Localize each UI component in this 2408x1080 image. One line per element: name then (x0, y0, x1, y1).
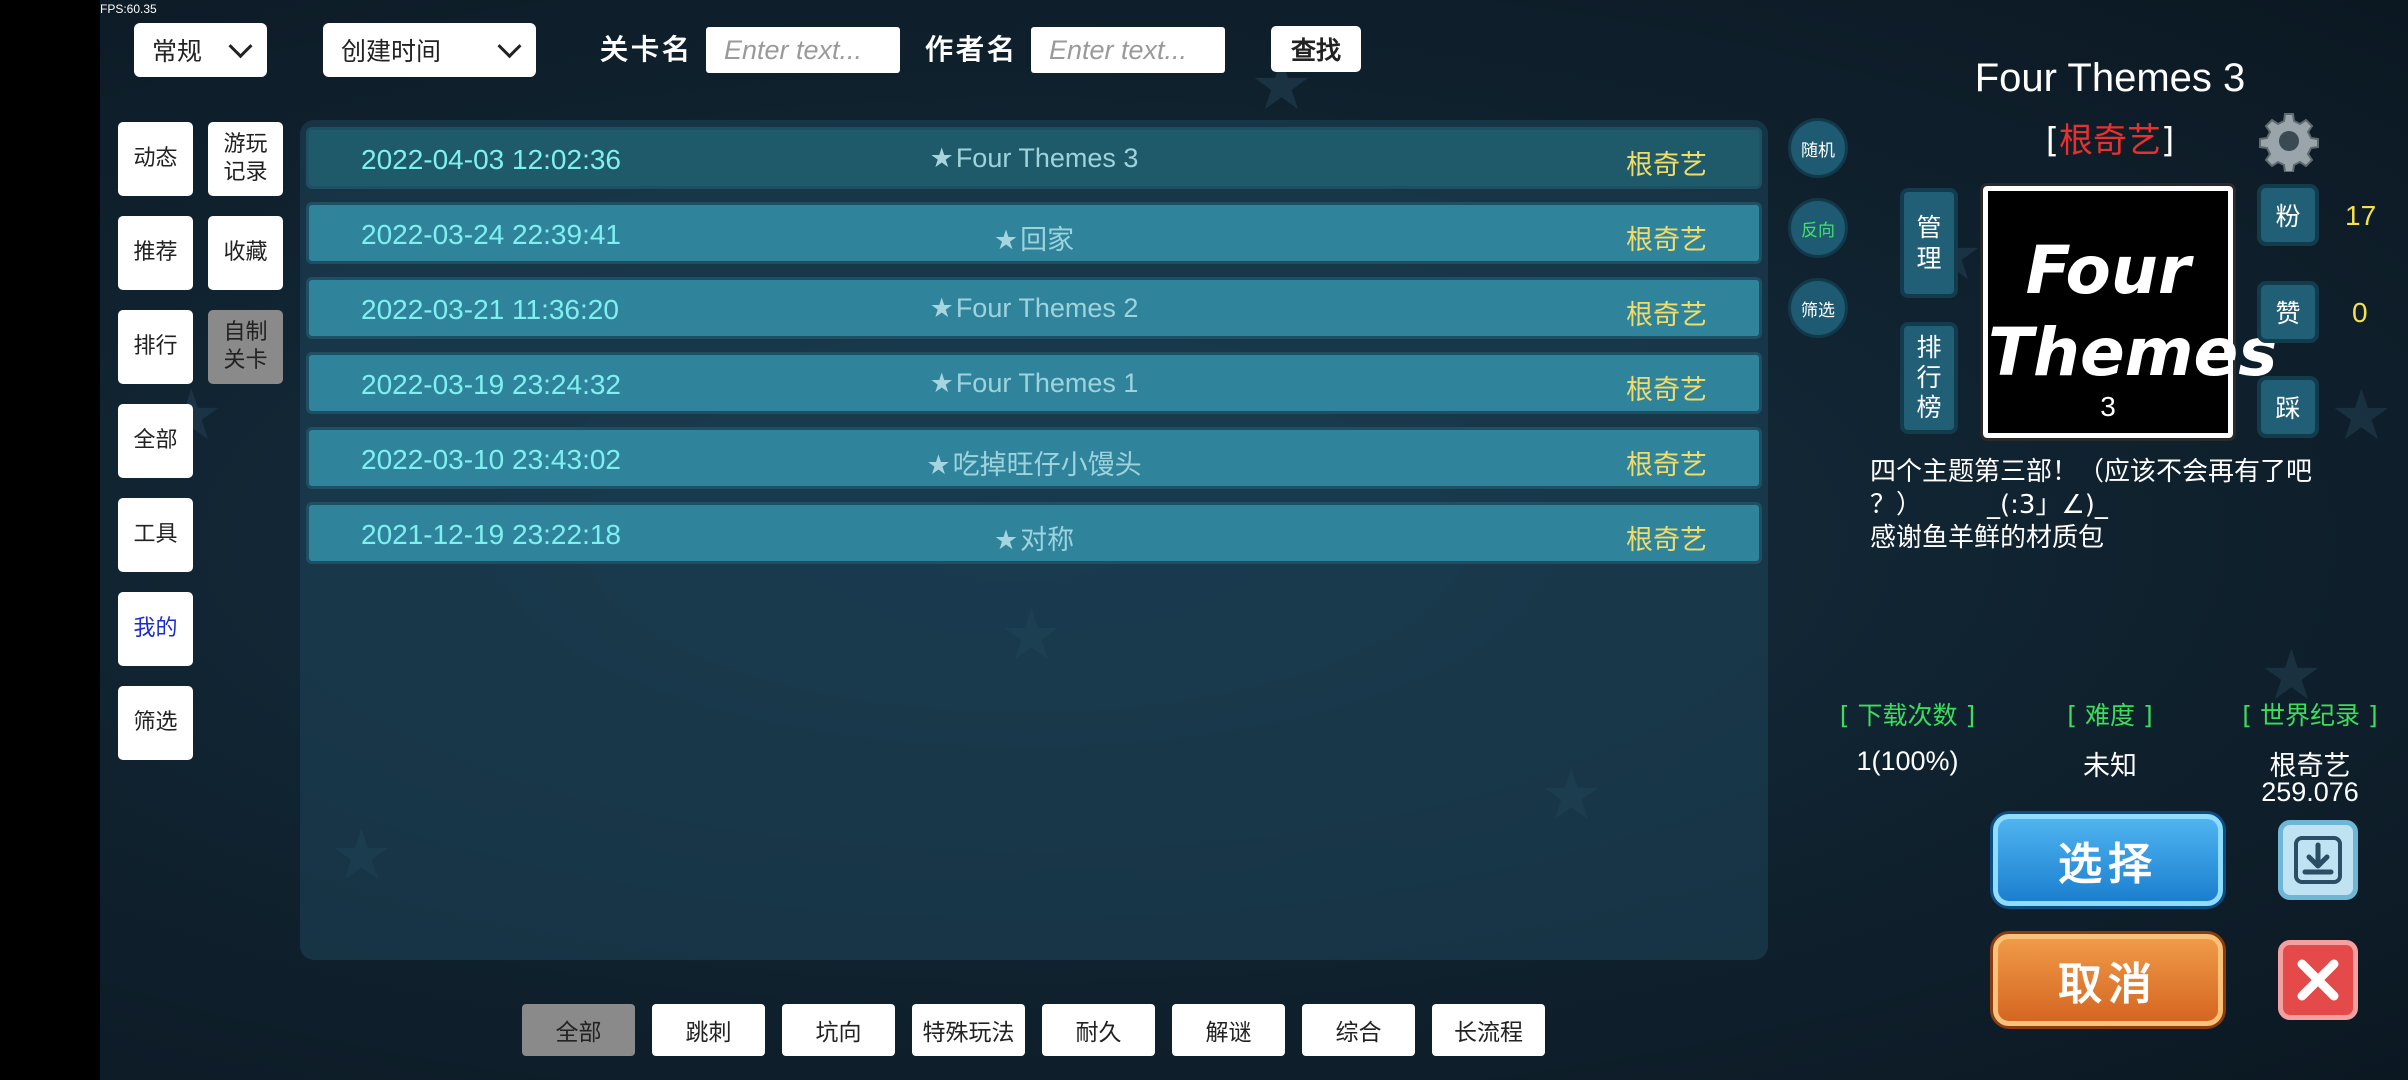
level-name-text: Four Themes 2 (955, 293, 1139, 323)
thumbnail-title-line-1: Four (2025, 232, 2191, 309)
level-name-text: 对称 (1020, 525, 1075, 555)
tag-button[interactable]: 长流程 (1432, 1004, 1545, 1056)
leaderboard-button[interactable]: 排 行 榜 (1900, 322, 1958, 434)
chevron-down-icon (497, 33, 522, 58)
tag-button[interactable]: 综合 (1302, 1004, 1415, 1056)
level-thumbnail: Four Themes 3 (1980, 183, 2278, 441)
star-icon: ★ (926, 450, 951, 480)
level-name-label: 关卡名 (600, 33, 694, 66)
star-icon: ★ (993, 525, 1019, 555)
cancel-button[interactable]: 取消 (1993, 934, 2223, 1026)
random-button[interactable]: 随机 (1788, 118, 1848, 178)
tag-button[interactable]: 坑向 (782, 1004, 895, 1056)
sort-value: 创建时间 (341, 37, 442, 66)
nav-all-button[interactable]: 全部 (118, 404, 193, 478)
level-row-author: 根奇艺 (1626, 450, 1707, 481)
star-icon: ★ (929, 368, 954, 398)
background-star-icon: ★ (2330, 374, 2393, 456)
fans-count: 17 (2345, 200, 2377, 231)
star-icon: ★ (993, 225, 1019, 255)
fps-counter: FPS:60.35 (100, 2, 157, 16)
level-row[interactable]: 2022-04-03 12:02:36 ★Four Themes 3 根奇艺 (306, 127, 1762, 189)
like-button[interactable]: 赞 (2257, 281, 2319, 343)
author-name-input[interactable] (1031, 27, 1225, 73)
level-row[interactable]: 2021-12-19 23:22:18 ★对称 根奇艺 (306, 502, 1762, 564)
nav-custom-levels-button[interactable]: 自制 关卡 (208, 310, 283, 384)
thumbnail-number: 3 (2100, 391, 2116, 422)
difficulty-value: 未知 (2083, 751, 2137, 781)
nav-tools-button[interactable]: 工具 (118, 498, 193, 572)
mode-dropdown[interactable]: 常规 (134, 23, 267, 77)
difficulty-header: [ 难度 ] (2067, 701, 2153, 730)
level-row[interactable]: 2022-03-19 23:24:32 ★Four Themes 1 根奇艺 (306, 352, 1762, 414)
level-description: 四个主题第三部！（应该不会再有了吧 ？） _(:3」∠)_ 感谢鱼羊鲜的材质包 (1870, 457, 2313, 553)
star-icon: ★ (929, 293, 954, 323)
search-button[interactable]: 查找 (1271, 26, 1361, 72)
select-button[interactable]: 选择 (1993, 814, 2223, 906)
level-row[interactable]: 2022-03-10 23:43:02 ★吃掉旺仔小馒头 根奇艺 (306, 427, 1762, 489)
level-name: ★Four Themes 2 (309, 293, 1759, 324)
level-author-name: 根奇艺 (2059, 121, 2161, 161)
thumbnail-title-line-2: Themes (1988, 314, 2278, 391)
level-name: ★吃掉旺仔小馒头 (309, 443, 1759, 482)
level-name: ★对称 (309, 518, 1759, 557)
level-name: ★回家 (309, 218, 1759, 257)
sort-dropdown[interactable]: 创建时间 (323, 23, 536, 77)
chevron-down-icon (228, 33, 253, 58)
tag-button[interactable]: 全部 (522, 1004, 635, 1056)
gear-icon[interactable] (2258, 110, 2320, 172)
nav-recommend-button[interactable]: 推荐 (118, 216, 193, 290)
level-name-text: 回家 (1020, 225, 1075, 255)
downloads-value: 1(100%) (1856, 746, 1959, 776)
tag-button[interactable]: 解谜 (1172, 1004, 1285, 1056)
level-row[interactable]: 2022-03-21 11:36:20 ★Four Themes 2 根奇艺 (306, 277, 1762, 339)
level-row-author: 根奇艺 (1626, 300, 1707, 331)
tag-button[interactable]: 耐久 (1042, 1004, 1155, 1056)
close-button[interactable] (2278, 940, 2358, 1020)
nav-play-history-button[interactable]: 游玩 记录 (208, 122, 283, 196)
reverse-button[interactable]: 反向 (1788, 198, 1848, 258)
nav-favorites-button[interactable]: 收藏 (208, 216, 283, 290)
tag-button[interactable]: 特殊玩法 (912, 1004, 1025, 1056)
level-name: ★Four Themes 1 (309, 368, 1759, 399)
nav-mine-button[interactable]: 我的 (118, 592, 193, 666)
level-name-text: Four Themes 1 (955, 368, 1139, 398)
downloads-header: [ 下载次数 ] (1839, 701, 1976, 730)
star-icon: ★ (929, 143, 954, 173)
level-name-input[interactable] (706, 27, 900, 73)
download-button[interactable] (2278, 820, 2358, 900)
world-record-time: 259.076 (2261, 777, 2359, 807)
likes-count: 0 (2352, 297, 2368, 328)
author-name-label: 作者名 (925, 33, 1019, 66)
nav-filter-button[interactable]: 筛选 (118, 686, 193, 760)
nav-dongtai-button[interactable]: 动态 (118, 122, 193, 196)
level-row-author: 根奇艺 (1626, 375, 1707, 406)
download-icon (2294, 836, 2342, 884)
level-name: ★Four Themes 3 (309, 143, 1759, 174)
level-row-author: 根奇艺 (1626, 225, 1707, 256)
manage-button[interactable]: 管 理 (1900, 188, 1958, 298)
filter-circle-button[interactable]: 筛选 (1788, 278, 1848, 338)
fans-button[interactable]: 粉 (2257, 184, 2319, 246)
level-name-text: Four Themes 3 (955, 143, 1139, 173)
level-row-author: 根奇艺 (1626, 525, 1707, 556)
level-row[interactable]: 2022-03-24 22:39:41 ★回家 根奇艺 (306, 202, 1762, 264)
dislike-button[interactable]: 踩 (2257, 376, 2319, 438)
tag-button[interactable]: 跳刺 (652, 1004, 765, 1056)
close-icon (2297, 959, 2339, 1001)
level-title: Four Themes 3 (1974, 56, 2246, 100)
level-row-author: 根奇艺 (1626, 150, 1707, 181)
level-name-text: 吃掉旺仔小馒头 (952, 450, 1142, 480)
level-author: [根奇艺] (2045, 121, 2175, 161)
mode-value: 常规 (152, 37, 203, 66)
nav-ranking-button[interactable]: 排行 (118, 310, 193, 384)
world-record-header: [ 世界纪录 ] (2242, 701, 2378, 730)
